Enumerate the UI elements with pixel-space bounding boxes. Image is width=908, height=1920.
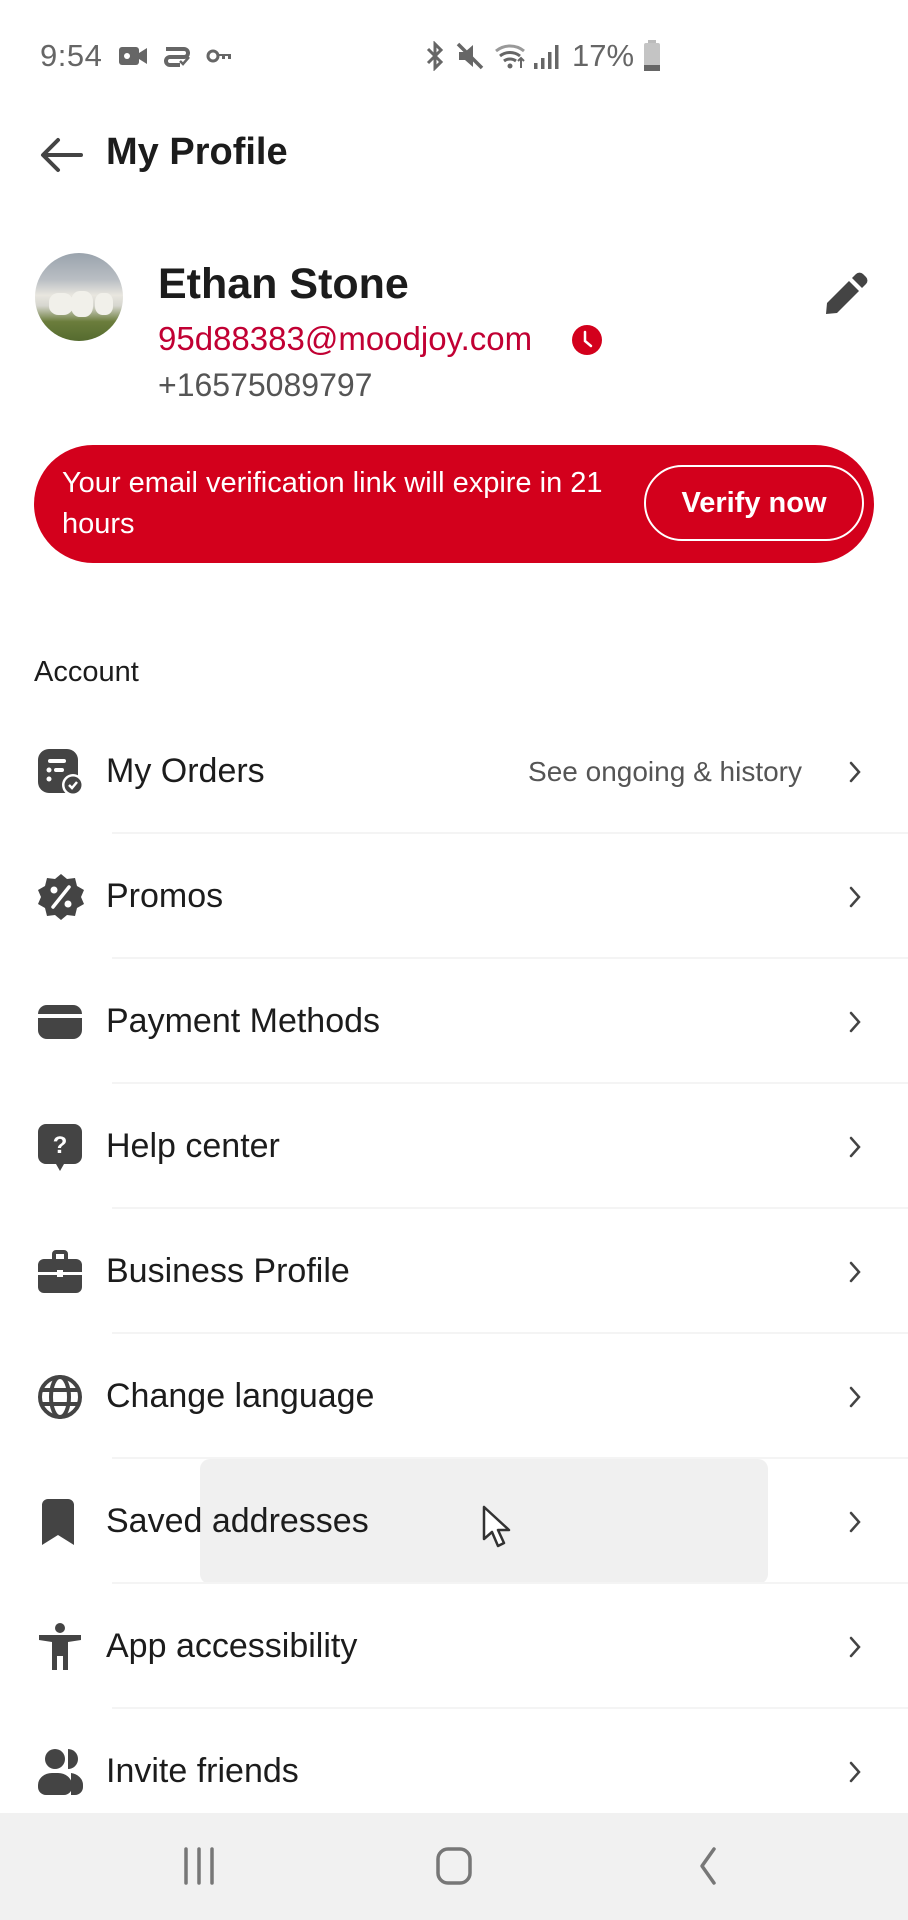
card-icon [38,1004,82,1039]
menu-item-label: Promos [106,877,224,915]
chevron-right-icon [849,1761,861,1782]
status-time: 9:54 [40,38,103,73]
chevron-right-icon [849,1636,861,1657]
menu-item-change-language[interactable]: Change language [0,1334,908,1459]
orders-icon [38,748,84,796]
profile-email: 95d88383@moodjoy.com [158,320,533,357]
chevron-right-icon [849,761,861,782]
menu-item-label: Change language [106,1377,375,1415]
promo-badge-icon [38,873,84,920]
menu-item-help-center[interactable]: ? Help center [0,1084,908,1209]
menu-item-label: Business Profile [106,1252,350,1290]
menu-item-saved-addresses[interactable]: Saved addresses [0,1459,908,1584]
recent-apps-icon[interactable] [178,1841,220,1891]
banner-message: Your email verification link will expire… [62,467,603,540]
chevron-right-icon [849,1386,861,1407]
verify-now-button[interactable]: Verify now [644,465,864,541]
home-icon[interactable] [433,1841,475,1891]
menu-item-label: My Orders [106,752,265,790]
chevron-right-icon [849,1136,861,1157]
battery-icon [644,40,660,71]
globe-icon [38,1374,82,1419]
system-nav-bar [0,1813,908,1920]
cast-check-icon [164,47,190,67]
bookmark-icon [42,1498,74,1545]
menu-item-label: Payment Methods [106,1002,381,1040]
menu-item-my-orders[interactable]: My Orders See ongoing & history [0,709,908,834]
people-icon [38,1748,84,1795]
chevron-right-icon [849,1261,861,1282]
page-title: My Profile [106,131,288,173]
profile-name: Ethan Stone [158,260,409,308]
menu-item-business-profile[interactable]: Business Profile [0,1209,908,1334]
menu-item-promos[interactable]: Promos [0,834,908,959]
profile-phone: +16575089797 [158,367,373,403]
vpn-key-icon [206,49,231,63]
back-arrow-icon[interactable] [36,130,88,180]
signal-icon [534,45,559,69]
svg-text:?: ? [53,1132,68,1159]
menu-item-subtitle: See ongoing & history [528,755,802,787]
mouse-cursor-icon [482,1505,511,1548]
mute-icon [456,42,484,70]
chevron-right-icon [849,1011,861,1032]
clock-pending-icon[interactable] [571,324,603,356]
email-verification-banner: Your email verification link will expire… [34,445,874,563]
video-camera-icon [119,47,147,65]
avatar[interactable] [35,253,123,341]
pencil-icon[interactable] [822,270,870,316]
avatar-image-detail [71,291,93,317]
accessibility-icon [39,1622,81,1670]
briefcase-icon [38,1249,82,1293]
menu-item-app-accessibility[interactable]: App accessibility [0,1584,908,1709]
back-nav-icon[interactable] [690,1841,726,1891]
avatar-image-detail [49,293,73,315]
wifi-icon [495,44,525,69]
status-bar: 9:54 17% [0,0,908,112]
menu-item-payment-methods[interactable]: Payment Methods [0,959,908,1084]
menu-item-label: App accessibility [106,1627,358,1665]
menu-item-label: Invite friends [106,1752,299,1790]
chevron-right-icon [849,1511,861,1532]
avatar-image-detail [95,293,113,315]
chevron-right-icon [849,886,861,907]
help-bubble-icon: ? [38,1123,82,1171]
battery-percent: 17% [572,38,635,73]
account-menu-list: My Orders See ongoing & history Promos P… [0,709,908,1834]
section-title-account: Account [34,656,139,688]
menu-item-label: Saved addresses [106,1502,369,1540]
menu-item-label: Help center [106,1127,280,1165]
bluetooth-icon [426,41,444,71]
